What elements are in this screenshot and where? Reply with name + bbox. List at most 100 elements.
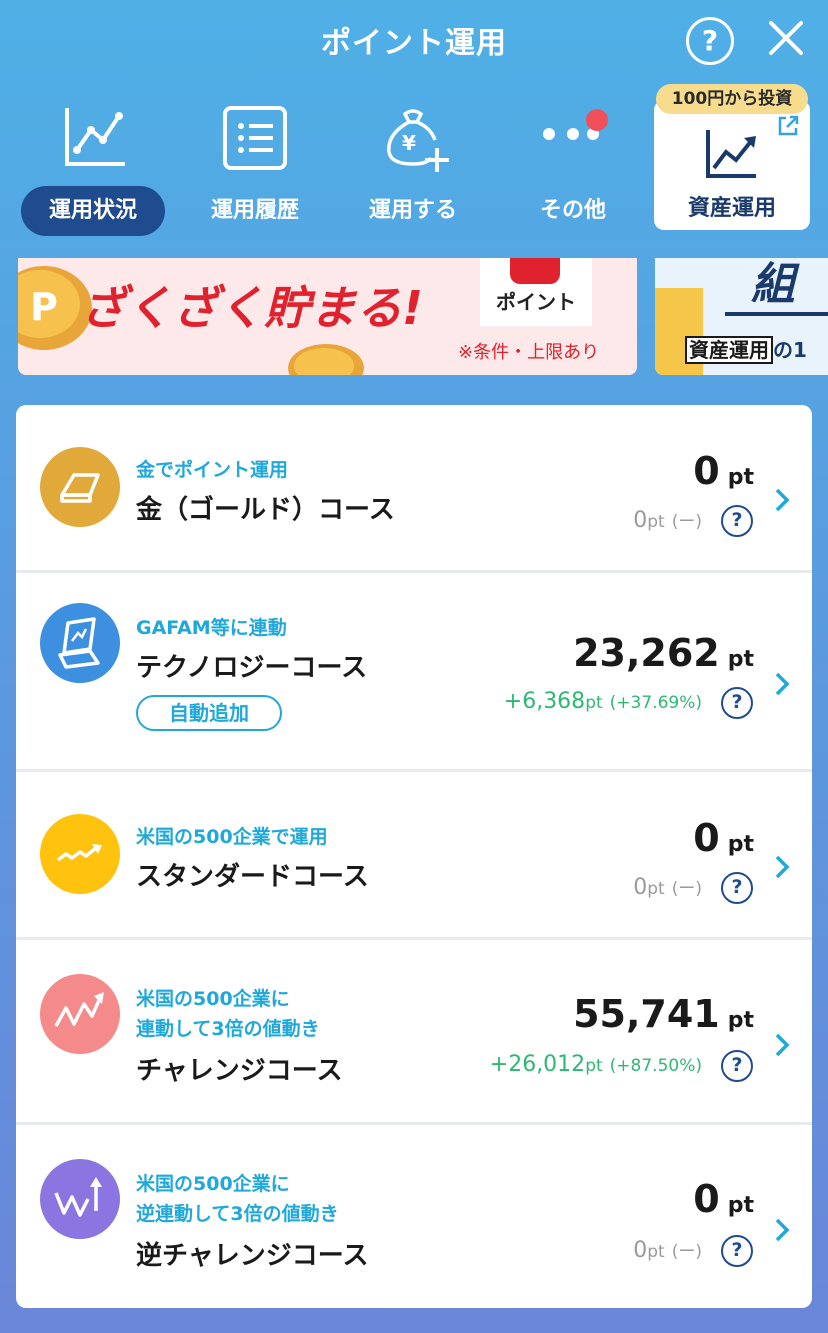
header-bar: ポイント運用 ? bbox=[0, 0, 828, 80]
line-chart-icon bbox=[65, 108, 125, 166]
nav-label-other: その他 bbox=[539, 198, 606, 223]
info-icon[interactable]: ? bbox=[721, 505, 753, 537]
chevron-right-icon bbox=[775, 672, 790, 696]
yen-bag-plus-icon: ¥ bbox=[387, 109, 449, 172]
nav-item-status[interactable]: 運用状況 bbox=[20, 100, 170, 236]
points-unit: pt bbox=[727, 465, 754, 490]
course-row-technology[interactable]: GAFAM等に連動 テクノロジーコース 自動追加 23,262 pt +6,368… bbox=[16, 573, 812, 772]
course-name: 金（ゴールド）コース bbox=[136, 495, 395, 525]
course-subtitle: 米国の500企業に bbox=[136, 1173, 290, 1195]
more-dots-icon bbox=[543, 109, 608, 140]
delta-percent: (+87.50%) bbox=[609, 1056, 702, 1076]
chevron-right-icon bbox=[775, 488, 790, 512]
course-row-inverse-challenge[interactable]: 米国の500企業に 逆連動して3倍の値動き 逆チャレンジコース 0 pt 0pt … bbox=[16, 1125, 812, 1308]
banner-note: ※条件・上限あり bbox=[458, 342, 600, 363]
chevron-right-icon bbox=[775, 855, 790, 879]
course-name: スタンダードコース bbox=[136, 862, 369, 892]
info-icon[interactable]: ? bbox=[721, 1050, 753, 1082]
banner-headline: ざくざく貯まる! bbox=[80, 281, 423, 335]
delta-percent: (ー) bbox=[671, 1242, 702, 1262]
course-row-challenge[interactable]: 米国の500企業に 連動して3倍の値動き チャレンジコース 55,741 pt +… bbox=[16, 940, 812, 1125]
banner2-tail: の1 bbox=[773, 338, 807, 362]
points-unit: pt bbox=[727, 647, 754, 672]
external-link-icon bbox=[778, 115, 799, 136]
delta-value: 0 bbox=[633, 508, 648, 533]
logo-text: ポイント bbox=[496, 290, 576, 314]
trend-chart-icon bbox=[706, 130, 756, 178]
delta-percent: (ー) bbox=[671, 879, 702, 899]
course-row-gold[interactable]: 金でポイント運用 金（ゴールド）コース 0 pt 0pt (ー) ? bbox=[16, 405, 812, 573]
laptop-icon bbox=[40, 603, 120, 683]
course-points: 0 pt bbox=[693, 816, 754, 860]
course-subtitle: 金でポイント運用 bbox=[136, 459, 289, 481]
promo-banner[interactable]: P ざくざく貯まる! ポイント ※条件・上限あり bbox=[18, 258, 637, 375]
course-points: 55,741 pt bbox=[573, 992, 754, 1036]
close-icon bbox=[769, 21, 803, 55]
delta-unit: pt bbox=[647, 879, 665, 899]
chevron-right-icon bbox=[775, 1033, 790, 1057]
delta-unit: pt bbox=[647, 1242, 665, 1262]
list-icon bbox=[223, 106, 287, 170]
nav-item-history[interactable]: 運用履歴 bbox=[180, 100, 330, 235]
asset-badge: 100円から投資 bbox=[656, 84, 808, 114]
chevron-right-icon bbox=[775, 1218, 790, 1242]
info-icon[interactable]: ? bbox=[721, 687, 753, 719]
gold-bar-icon bbox=[40, 447, 120, 527]
points-value: 0 bbox=[693, 816, 720, 860]
zigzag-inverse-icon bbox=[40, 1159, 120, 1239]
course-subtitle: 米国の500企業に bbox=[136, 988, 290, 1010]
paypay-point-logo: ポイント bbox=[480, 258, 592, 326]
delta-value: +6,368 bbox=[503, 689, 586, 714]
delta-unit: pt bbox=[585, 1056, 603, 1076]
coin-icon bbox=[288, 344, 364, 375]
svg-text:P: P bbox=[30, 285, 58, 329]
asset-management-label: 資産運用 bbox=[687, 196, 776, 221]
zigzag-up-icon bbox=[40, 974, 120, 1054]
help-button[interactable]: ? bbox=[686, 17, 734, 65]
auto-add-button[interactable]: 自動追加 bbox=[136, 695, 282, 731]
course-subtitle-2: 逆連動して3倍の値動き bbox=[136, 1203, 339, 1225]
course-name: テクノロジーコース bbox=[136, 653, 368, 683]
course-list: 金でポイント運用 金（ゴールド）コース 0 pt 0pt (ー) ? GAFAM等… bbox=[16, 405, 812, 1308]
promo-banner-2[interactable]: 組 資産運用 の1 bbox=[655, 258, 828, 375]
close-button[interactable] bbox=[764, 16, 808, 60]
delta-percent: (+37.69%) bbox=[609, 693, 702, 713]
course-points: 23,262 pt bbox=[573, 631, 754, 675]
course-name: 逆チャレンジコース bbox=[136, 1241, 369, 1271]
points-unit: pt bbox=[727, 1193, 754, 1218]
nav-label-status: 運用状況 bbox=[21, 186, 165, 236]
info-icon[interactable]: ? bbox=[721, 872, 753, 904]
course-points: 0 pt bbox=[693, 449, 754, 493]
banner2-title: 組 bbox=[751, 259, 795, 310]
points-unit: pt bbox=[727, 1008, 754, 1033]
wave-arrow-icon bbox=[40, 814, 120, 894]
course-name: チャレンジコース bbox=[136, 1056, 343, 1086]
course-row-standard[interactable]: 米国の500企業で運用 スタンダードコース 0 pt 0pt (ー) ? bbox=[16, 772, 812, 940]
svg-text:¥: ¥ bbox=[402, 131, 416, 155]
course-subtitle: GAFAM等に連動 bbox=[136, 617, 287, 639]
nav-item-invest[interactable]: ¥ 運用する bbox=[338, 100, 488, 235]
nav-item-other[interactable]: その他 bbox=[498, 100, 648, 235]
course-delta: +6,368pt (+37.69%) bbox=[504, 689, 702, 714]
points-value: 55,741 bbox=[573, 992, 720, 1036]
course-subtitle-2: 連動して3倍の値動き bbox=[136, 1018, 320, 1040]
points-unit: pt bbox=[727, 832, 754, 857]
points-value: 0 bbox=[693, 1177, 720, 1221]
points-value: 23,262 bbox=[573, 631, 720, 675]
delta-unit: pt bbox=[585, 693, 603, 713]
info-icon[interactable]: ? bbox=[721, 1235, 753, 1267]
delta-percent: (ー) bbox=[671, 512, 702, 532]
course-subtitle: 米国の500企業で運用 bbox=[136, 826, 328, 848]
banner2-line bbox=[725, 312, 828, 316]
course-delta: +26,012pt (+87.50%) bbox=[490, 1052, 702, 1077]
course-delta: 0pt (ー) bbox=[633, 1237, 702, 1263]
course-delta: 0pt (ー) bbox=[633, 874, 702, 900]
delta-value: 0 bbox=[633, 1238, 648, 1263]
asset-management-button[interactable]: 資産運用 bbox=[654, 100, 810, 230]
nav-label-history: 運用履歴 bbox=[210, 198, 299, 223]
course-delta: 0pt (ー) bbox=[633, 507, 702, 533]
banner2-caption: 資産運用 の1 bbox=[685, 334, 807, 364]
banner2-asset-label: 資産運用 bbox=[685, 336, 773, 364]
points-value: 0 bbox=[693, 449, 720, 493]
delta-value: 0 bbox=[633, 875, 648, 900]
